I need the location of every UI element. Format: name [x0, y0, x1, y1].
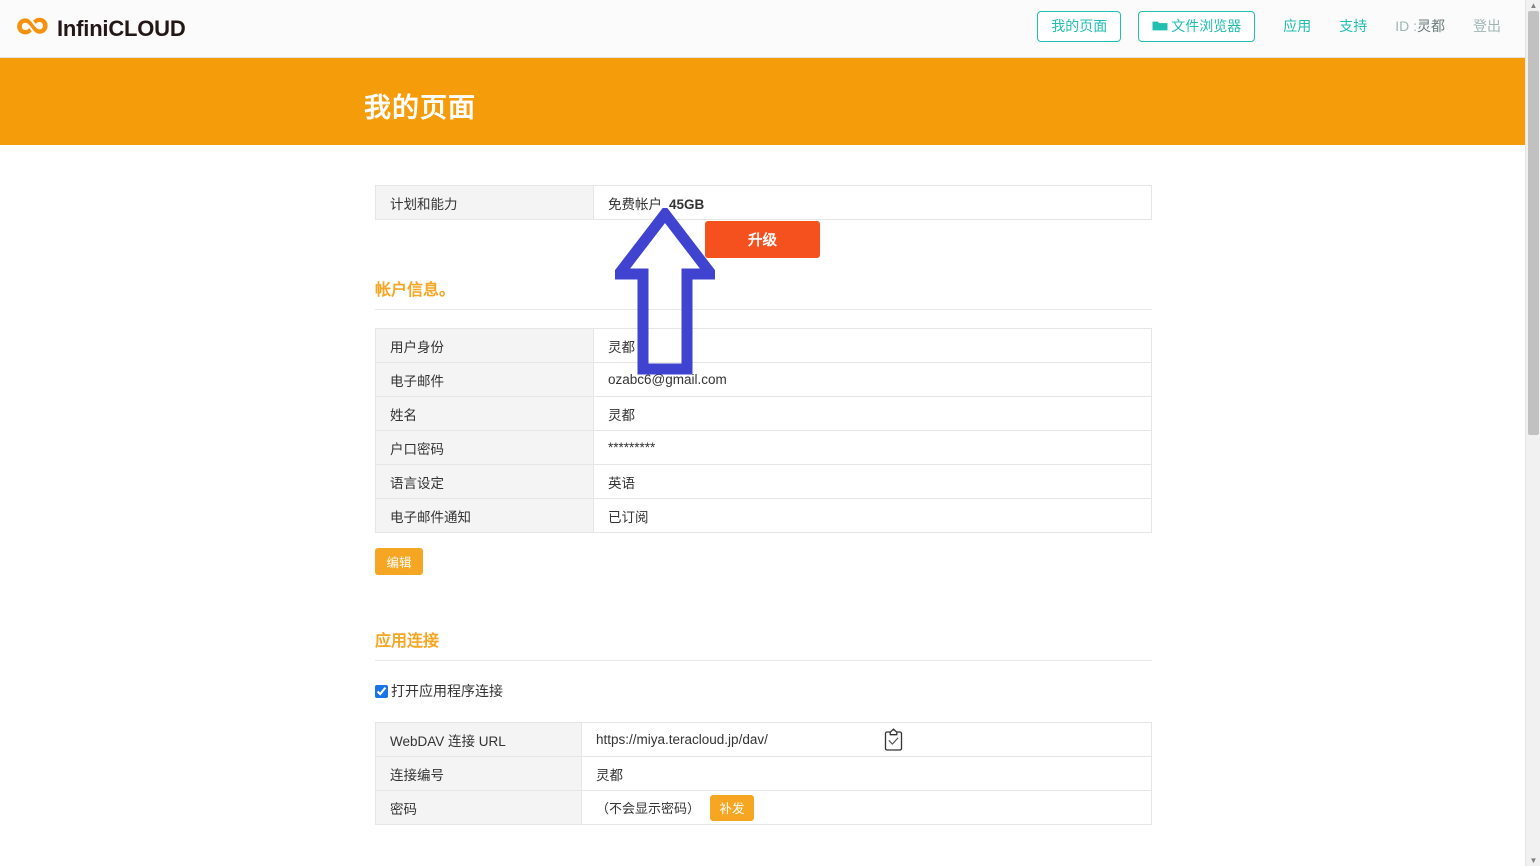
- account-row-value: 英语: [594, 465, 1152, 499]
- account-row-label: 电子邮件通知: [376, 499, 594, 533]
- nav-links-group: 我的页面 文件浏览器 应用 支持 ID :灵都 登出: [1037, 11, 1501, 42]
- account-row-value: ozabc6@gmail.com: [594, 363, 1152, 397]
- webdav-url-label: WebDAV 连接 URL: [376, 723, 582, 757]
- plan-row-label: 计划和能力: [376, 186, 594, 220]
- account-row-value: 灵都: [594, 397, 1152, 431]
- plan-row-value: 免费帐户 45GB: [594, 186, 1152, 220]
- infinity-loop-icon: [14, 14, 50, 43]
- brand-logo[interactable]: InfiniCLOUD: [14, 14, 186, 43]
- nav-my-page-button[interactable]: 我的页面: [1037, 11, 1121, 42]
- nav-user-id-prefix: ID :: [1395, 18, 1417, 34]
- plan-table: 计划和能力 免费帐户 45GB: [375, 185, 1152, 220]
- webdav-url-value: https://miya.teracloud.jp/dav/: [596, 732, 768, 747]
- nav-user-id-value: 灵都: [1417, 18, 1445, 34]
- table-row: 密码 （不会显示密码） 补发: [376, 791, 1152, 825]
- table-row: 姓名 灵都: [376, 397, 1152, 431]
- page-banner: 我的页面: [0, 58, 1525, 145]
- scroll-down-arrow-icon[interactable]: ▼: [1526, 855, 1540, 866]
- clipboard-check-icon[interactable]: [883, 727, 904, 752]
- account-row-value: *********: [594, 431, 1152, 465]
- app-connection-toggle-row[interactable]: 打开应用程序连接: [375, 681, 1152, 701]
- brand-name: InfiniCLOUD: [57, 18, 186, 40]
- section-spacer: [375, 575, 1152, 627]
- account-row-label: 户口密码: [376, 431, 594, 465]
- account-row-value: 已订阅: [594, 499, 1152, 533]
- app-connection-heading: 应用连接: [375, 627, 1152, 661]
- upgrade-button[interactable]: 升级: [705, 221, 820, 258]
- table-row: WebDAV 连接 URL https://miya.teracloud.jp/…: [376, 723, 1152, 757]
- plan-capacity: 45GB: [669, 197, 704, 212]
- table-row: 户口密码 *********: [376, 431, 1152, 465]
- scrollbar-thumb[interactable]: [1528, 11, 1539, 435]
- account-info-table: 用户身份 灵都 电子邮件 ozabc6@gmail.com 姓名 灵都 户口密码…: [375, 328, 1152, 533]
- page-title: 我的页面: [364, 86, 476, 125]
- nav-support-link[interactable]: 支持: [1339, 16, 1367, 36]
- webdav-connection-id-value: 灵都: [582, 757, 1152, 791]
- nav-apps-link[interactable]: 应用: [1283, 16, 1311, 36]
- top-navigation-bar: InfiniCLOUD 我的页面 文件浏览器 应用 支持 ID :灵都 登出: [0, 0, 1525, 58]
- reissue-password-button[interactable]: 补发: [710, 795, 754, 821]
- webdav-password-label: 密码: [376, 791, 582, 825]
- account-row-label: 用户身份: [376, 329, 594, 363]
- scroll-up-arrow-icon[interactable]: ▲: [1526, 0, 1540, 11]
- account-info-heading: 帐户信息。: [375, 276, 1152, 310]
- table-row: 计划和能力 免费帐户 45GB: [376, 186, 1152, 220]
- account-row-label: 语言设定: [376, 465, 594, 499]
- account-row-value: 灵都: [594, 329, 1152, 363]
- webdav-connection-id-label: 连接编号: [376, 757, 582, 791]
- upgrade-row: 升级: [375, 220, 1152, 276]
- folder-icon: [1152, 20, 1168, 32]
- app-connection-checkbox[interactable]: [375, 685, 388, 698]
- webdav-password-note: （不会显示密码）: [596, 798, 700, 817]
- table-row: 用户身份 灵都: [376, 329, 1152, 363]
- main-content: 计划和能力 免费帐户 45GB 升级 帐户信息。 用户身份 灵都 电子邮件: [0, 145, 1525, 866]
- table-row: 语言设定 英语: [376, 465, 1152, 499]
- nav-logout-link[interactable]: 登出: [1473, 16, 1501, 36]
- nav-user-id: ID :灵都: [1395, 16, 1445, 36]
- plan-name: 免费帐户: [608, 197, 662, 212]
- account-row-label: 电子邮件: [376, 363, 594, 397]
- nav-file-browser-label: 文件浏览器: [1171, 18, 1241, 35]
- content-column: 计划和能力 免费帐户 45GB 升级 帐户信息。 用户身份 灵都 电子邮件: [375, 145, 1152, 825]
- webdav-url-value-cell: https://miya.teracloud.jp/dav/: [582, 723, 1152, 757]
- account-row-label: 姓名: [376, 397, 594, 431]
- edit-button[interactable]: 编辑: [375, 548, 423, 575]
- table-row: 连接编号 灵都: [376, 757, 1152, 791]
- nav-file-browser-button[interactable]: 文件浏览器: [1138, 11, 1255, 42]
- webdav-table: WebDAV 连接 URL https://miya.teracloud.jp/…: [375, 722, 1152, 825]
- page-scrollbar[interactable]: ▲ ▼: [1525, 0, 1540, 866]
- table-row: 电子邮件通知 已订阅: [376, 499, 1152, 533]
- webdav-password-value-cell: （不会显示密码） 补发: [582, 791, 1152, 825]
- table-row: 电子邮件 ozabc6@gmail.com: [376, 363, 1152, 397]
- app-connection-checkbox-label: 打开应用程序连接: [391, 681, 503, 701]
